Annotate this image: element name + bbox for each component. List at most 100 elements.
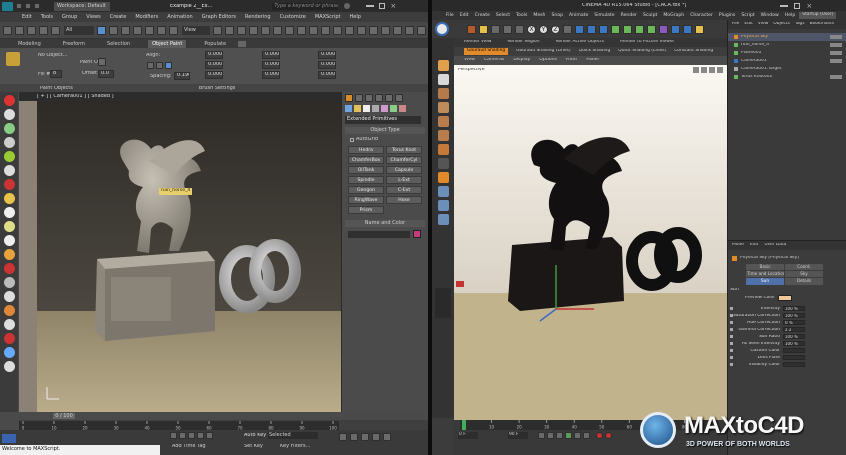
open-file-icon[interactable] <box>25 3 31 9</box>
zoom-icon[interactable] <box>339 433 347 441</box>
mirror-icon[interactable] <box>309 25 318 35</box>
c4d-subdivision-icon[interactable] <box>635 24 644 34</box>
align-y-icon[interactable] <box>156 62 163 69</box>
c4d-workplane-icon[interactable] <box>437 102 449 113</box>
rendered-frame-icon[interactable] <box>405 25 414 35</box>
c4d-menu-select[interactable]: Select <box>496 13 510 18</box>
object-color-swatch[interactable] <box>413 230 421 238</box>
align-z-icon[interactable] <box>165 62 172 69</box>
rotate-z-input[interactable]: 0.000 <box>262 71 280 79</box>
undo-icon[interactable] <box>3 25 12 35</box>
c4d-polygons-mode-icon[interactable] <box>437 144 449 155</box>
am-menu-mode[interactable]: Mode <box>732 243 744 247</box>
tab-populate[interactable]: Populate <box>200 40 230 48</box>
chamferbox-button[interactable]: ChamferBox <box>348 156 384 164</box>
c4d-autokey-icon[interactable] <box>605 432 612 439</box>
tool-box-icon[interactable] <box>3 207 15 218</box>
prism-button[interactable]: Prism <box>348 206 384 214</box>
c4d-points-mode-icon[interactable] <box>437 116 449 127</box>
new-file-icon[interactable] <box>16 3 22 9</box>
maxscript-output[interactable]: Welcome to MAXScript. <box>0 445 160 455</box>
orbit-icon[interactable] <box>383 433 391 441</box>
redo-icon[interactable] <box>15 25 24 35</box>
tab-coord[interactable]: Coord. <box>785 264 823 271</box>
next-frame-icon[interactable] <box>197 432 204 439</box>
set-key-button[interactable]: Set Key <box>244 444 263 449</box>
object-row[interactable]: Physical Sky <box>728 33 846 41</box>
brush-settings-panel-label[interactable]: Brush Settings <box>199 86 236 91</box>
vp-menu-options[interactable]: Options <box>539 58 557 63</box>
vp-menu-filter[interactable]: Filter <box>566 58 577 63</box>
graphite-icon[interactable] <box>345 25 354 35</box>
save-file-icon[interactable] <box>34 3 40 9</box>
viewport-label[interactable]: [ + ] [ Camera001 ] [ Shaded ] <box>37 94 114 99</box>
maxscript-listener-icon[interactable] <box>2 434 16 443</box>
tool-paint-icon[interactable] <box>3 361 15 372</box>
c4d-pan-icon[interactable] <box>693 67 699 73</box>
gengon-button[interactable]: Gengon <box>348 186 384 194</box>
c4d-move-icon[interactable] <box>491 24 500 34</box>
lights-icon[interactable] <box>363 105 370 112</box>
ribbon-options-icon[interactable] <box>238 40 247 47</box>
c4d-layout-dropdown[interactable]: Startup (User) <box>799 12 837 19</box>
utilities-tab-icon[interactable] <box>395 94 403 102</box>
spacewarps-icon[interactable] <box>390 105 397 112</box>
layer-manager-icon[interactable] <box>333 25 342 35</box>
max-app-icon[interactable] <box>2 1 13 11</box>
attribute-value-input[interactable]: 100 % <box>783 306 805 312</box>
c4d-orbit-icon[interactable] <box>709 67 715 73</box>
tool-spacewarp-icon[interactable] <box>3 277 15 288</box>
menu-tools[interactable]: Tools <box>41 14 53 20</box>
zoom-extents-icon[interactable] <box>361 433 369 441</box>
c4d-texture-mode-icon[interactable] <box>437 88 449 99</box>
c4d-axis-z-icon[interactable]: Z <box>551 24 560 34</box>
c4d-menu-mesh[interactable]: Mesh <box>533 13 545 18</box>
shapes-icon[interactable] <box>354 105 361 112</box>
track-bar[interactable]: 0 10 20 30 40 50 60 70 80 90 100 <box>19 421 339 430</box>
zoom-all-icon[interactable] <box>350 433 358 441</box>
unlink-icon[interactable] <box>39 25 48 35</box>
attribute-value-input[interactable]: 2.2 <box>783 327 805 333</box>
tab-object-paint[interactable]: Object Paint <box>148 39 187 48</box>
link-icon[interactable] <box>27 25 36 35</box>
tool-torus-icon[interactable] <box>3 235 15 246</box>
c4d-edges-mode-icon[interactable] <box>437 130 449 141</box>
menu-help[interactable]: Help <box>350 14 361 20</box>
tool-water-icon[interactable] <box>3 347 15 358</box>
spacing-input[interactable]: 0.190 <box>174 72 190 80</box>
c4d-deformer-icon[interactable] <box>659 24 668 34</box>
c4d-goto-start-icon[interactable] <box>538 432 545 439</box>
c4d-lock-icon[interactable] <box>437 200 449 211</box>
c4d-menu-create[interactable]: Create <box>475 13 490 18</box>
search-input[interactable]: Type a keyword or phrase <box>272 2 339 10</box>
c4d-make-editable-icon[interactable] <box>437 60 449 71</box>
attribute-value-input[interactable]: 100 % <box>783 313 805 319</box>
c4d-scale-icon[interactable] <box>503 24 512 34</box>
c4d-record-icon[interactable] <box>596 432 603 439</box>
category-dropdown[interactable]: Extended Primitives <box>345 116 421 124</box>
c4d-tweak-mode-icon[interactable] <box>437 172 449 183</box>
menu-edit[interactable]: Edit <box>22 14 32 20</box>
minimize-icon[interactable] <box>366 5 375 7</box>
c4d-maximize-icon[interactable] <box>794 2 801 9</box>
vp-menu-panel[interactable]: Panel <box>586 58 598 63</box>
c4d-zoom-icon[interactable] <box>701 67 707 73</box>
c4d-scene-icon[interactable] <box>671 24 680 34</box>
align-x-icon[interactable] <box>147 62 154 69</box>
close-icon[interactable]: × <box>390 2 396 10</box>
vp-menu-cameras[interactable]: Cameras <box>484 58 504 63</box>
selected-dropdown[interactable]: Selected <box>268 432 318 439</box>
c4d-undo-icon[interactable] <box>467 24 476 34</box>
om-menu-bookmarks[interactable]: Bookmarks <box>810 22 835 26</box>
info-icon[interactable] <box>344 3 351 9</box>
c4d-axis-y-icon[interactable]: Y <box>539 24 548 34</box>
window-crossing-icon[interactable] <box>133 25 142 35</box>
om-menu-view[interactable]: View <box>758 22 768 26</box>
c4d-live-select-icon[interactable] <box>479 24 488 34</box>
menu-customize[interactable]: Customize <box>280 14 306 20</box>
attribute-value-input[interactable] <box>783 355 805 361</box>
tool-object-icon[interactable] <box>3 109 15 120</box>
render-view-button[interactable]: Render View <box>464 40 491 44</box>
menu-graph-editors[interactable]: Graph Editors <box>202 14 236 20</box>
menu-views[interactable]: Views <box>86 14 100 20</box>
